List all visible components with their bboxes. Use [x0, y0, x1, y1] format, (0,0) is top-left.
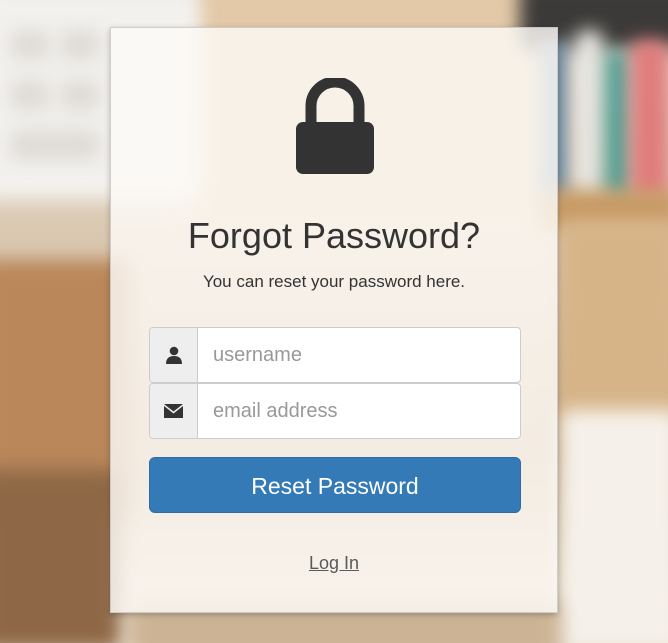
user-icon — [150, 328, 198, 382]
lock-icon — [296, 76, 374, 174]
page-subtitle: You can reset your password here. — [202, 272, 466, 291]
page-title: Forgot Password? — [187, 215, 481, 256]
reset-password-button[interactable]: Reset Password — [149, 457, 521, 513]
username-input[interactable] — [198, 328, 520, 382]
envelope-icon — [150, 384, 198, 438]
email-input-group — [149, 383, 521, 439]
login-link[interactable]: Log In — [111, 552, 557, 574]
forgot-password-card: Forgot Password? You can reset your pass… — [110, 27, 558, 613]
username-input-group — [149, 327, 521, 383]
email-input[interactable] — [198, 384, 520, 438]
